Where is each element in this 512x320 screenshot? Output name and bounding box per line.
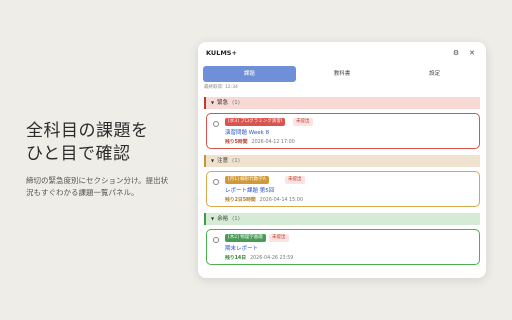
- tab-textbooks[interactable]: 教科書: [296, 66, 389, 82]
- promo-title-line2: ひと目で確認: [26, 144, 131, 164]
- assignment-title[interactable]: 演習問題 Week 8: [225, 128, 269, 136]
- submit-checkbox[interactable]: [213, 179, 219, 185]
- due-date: 2026-04-12 17:00: [251, 140, 295, 145]
- tab-bar: 課題 教科書 設定: [203, 66, 481, 82]
- app-title: KULMS+: [206, 49, 237, 57]
- remaining-time: 残り5時間: [225, 140, 248, 145]
- section-header-caution[interactable]: ▼ 注意 (1): [204, 155, 480, 167]
- tab-settings[interactable]: 設定: [388, 66, 481, 82]
- submit-checkbox[interactable]: [213, 121, 219, 127]
- assignment-title[interactable]: 期末レポート: [225, 244, 258, 252]
- promo-sub-line1: 締切の緊急度別にセクション分け。提出状: [26, 176, 169, 185]
- section-name: 緊急: [217, 100, 229, 106]
- section-name: 注意: [217, 158, 229, 164]
- remaining-time: 残り14日: [225, 256, 247, 261]
- promo-title: 全科目の課題を ひと目で確認: [26, 120, 196, 166]
- deadline: 残り2日5時間 2026-04-14 15:00: [225, 196, 303, 203]
- section-count: (1): [232, 158, 240, 164]
- chevron-down-icon: ▼: [211, 216, 215, 221]
- status-badge: 未提出: [269, 234, 289, 242]
- promo-title-line1: 全科目の課題を: [26, 121, 149, 141]
- course-tag: [月1] 線形代数学A: [225, 176, 269, 184]
- gear-icon[interactable]: ⚙: [450, 47, 462, 59]
- assignment-card[interactable]: [水3] プログラミング演習I 未提出 演習問題 Week 8 残り5時間 202…: [206, 113, 480, 149]
- promo-subtitle: 締切の緊急度別にセクション分け。提出状 況もすぐわかる課題一覧パネル。: [26, 175, 196, 199]
- extension-panel: KULMS+ ⚙ ✕ 課題 教科書 設定 最終取得: 12:34 ▼ 緊急 (1) …: [198, 42, 486, 278]
- section-name: 余裕: [217, 216, 229, 222]
- chevron-down-icon: ▼: [211, 100, 215, 105]
- due-date: 2026-04-26 23:59: [250, 256, 294, 261]
- course-tag: [木2] 物理学基礎: [225, 234, 266, 242]
- status-badge: 未提出: [293, 118, 313, 126]
- remaining-time: 残り2日5時間: [225, 198, 256, 203]
- panel-header: KULMS+ ⚙ ✕: [198, 42, 486, 64]
- status-badge: 未提出: [285, 176, 305, 184]
- due-date: 2026-04-14 15:00: [259, 198, 303, 203]
- assignment-card[interactable]: [月1] 線形代数学A 未提出 レポート課題 第5回 残り2日5時間 2026-0…: [206, 171, 480, 207]
- assignment-title[interactable]: レポート課題 第5回: [225, 186, 274, 194]
- assignment-card[interactable]: [木2] 物理学基礎 未提出 期末レポート 残り14日 2026-04-26 23…: [206, 229, 480, 265]
- deadline: 残り14日 2026-04-26 23:59: [225, 254, 293, 261]
- section-header-relaxed[interactable]: ▼ 余裕 (1): [204, 213, 480, 225]
- submit-checkbox[interactable]: [213, 237, 219, 243]
- section-count: (1): [232, 216, 240, 222]
- close-icon[interactable]: ✕: [466, 47, 478, 59]
- promo-sub-line2: 況もすぐわかる課題一覧パネル。: [26, 188, 139, 197]
- chevron-down-icon: ▼: [211, 158, 215, 163]
- tab-assignments[interactable]: 課題: [203, 66, 296, 82]
- section-count: (1): [232, 100, 240, 106]
- promo-text: 全科目の課題を ひと目で確認 締切の緊急度別にセクション分け。提出状 況もすぐわ…: [26, 120, 196, 199]
- deadline: 残り5時間 2026-04-12 17:00: [225, 138, 295, 145]
- section-header-urgent[interactable]: ▼ 緊急 (1): [204, 97, 480, 109]
- course-tag: [水3] プログラミング演習I: [225, 118, 286, 126]
- last-fetched: 最終取得: 12:34: [204, 85, 238, 90]
